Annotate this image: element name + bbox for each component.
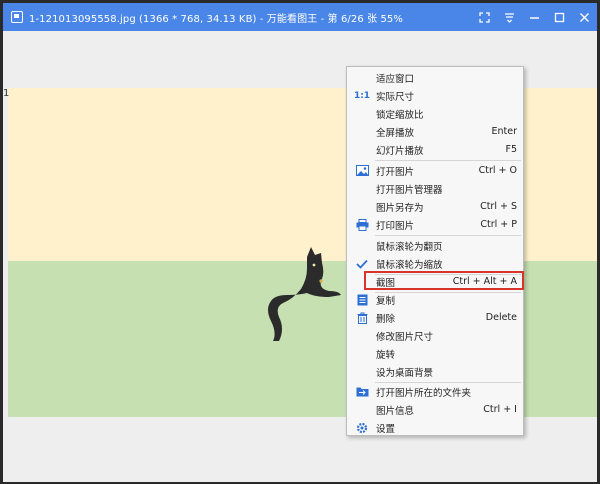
close-icon[interactable] <box>572 3 597 31</box>
copy-icon <box>355 293 369 306</box>
menu-item-wheel-page[interactable]: 鼠标滚轮为翻页 <box>347 237 523 254</box>
menu-separator <box>375 235 521 236</box>
menu-item-wheel-zoom[interactable]: 鼠标滚轮为缩放 <box>347 255 523 272</box>
actual-size-icon: 1:1 <box>353 90 371 101</box>
edge-label: 1 <box>3 88 10 99</box>
menu-item-actual-size[interactable]: 1:1 实际尺寸 <box>347 87 523 104</box>
gear-icon <box>355 421 369 434</box>
menu-icon[interactable] <box>497 3 522 31</box>
title-bar[interactable]: 1-121013095558.jpg (1366 * 768, 34.13 KB… <box>3 3 597 31</box>
menu-item-delete[interactable]: 删除 Delete <box>347 309 523 326</box>
menu-item-save-as[interactable]: 图片另存为 Ctrl + S <box>347 198 523 215</box>
menu-item-settings[interactable]: 设置 <box>347 419 523 436</box>
menu-separator <box>375 160 521 161</box>
menu-item-open-image[interactable]: 打开图片 Ctrl + O <box>347 162 523 179</box>
context-menu: 适应窗口 1:1 实际尺寸 锁定缩放比 全屏播放 Enter 幻灯片播放 F5 … <box>346 66 524 436</box>
menu-item-lock-zoom[interactable]: 锁定缩放比 <box>347 105 523 122</box>
menu-item-fit-window[interactable]: 适应窗口 <box>347 69 523 86</box>
app-icon <box>11 11 23 23</box>
menu-item-open-manager[interactable]: 打开图片管理器 <box>347 180 523 197</box>
cat-illustration <box>268 247 341 341</box>
menu-item-resize[interactable]: 修改图片尺寸 <box>347 327 523 344</box>
menu-item-print[interactable]: 打印图片 Ctrl + P <box>347 216 523 233</box>
menu-item-rotate[interactable]: 旋转 <box>347 345 523 362</box>
trash-icon <box>355 311 369 324</box>
menu-item-copy[interactable]: 复制 <box>347 291 523 308</box>
viewer-window: 1-121013095558.jpg (1366 * 768, 34.13 KB… <box>0 0 600 484</box>
fullscreen-icon[interactable] <box>472 3 497 31</box>
checkmark-icon <box>355 257 369 270</box>
minimize-icon[interactable] <box>522 3 547 31</box>
window-title: 1-121013095558.jpg (1366 * 768, 34.13 KB… <box>29 13 403 25</box>
picture-icon <box>355 164 369 177</box>
menu-item-fullscreen[interactable]: 全屏播放 Enter <box>347 123 523 140</box>
folder-icon <box>355 385 369 398</box>
menu-item-image-info[interactable]: 图片信息 Ctrl + I <box>347 401 523 418</box>
menu-item-open-folder[interactable]: 打开图片所在的文件夹 <box>347 383 523 400</box>
printer-icon <box>355 218 369 231</box>
maximize-icon[interactable] <box>547 3 572 31</box>
screenshot-highlight-box <box>364 271 524 290</box>
menu-item-set-wallpaper[interactable]: 设为桌面背景 <box>347 363 523 380</box>
menu-item-slideshow[interactable]: 幻灯片播放 F5 <box>347 141 523 158</box>
